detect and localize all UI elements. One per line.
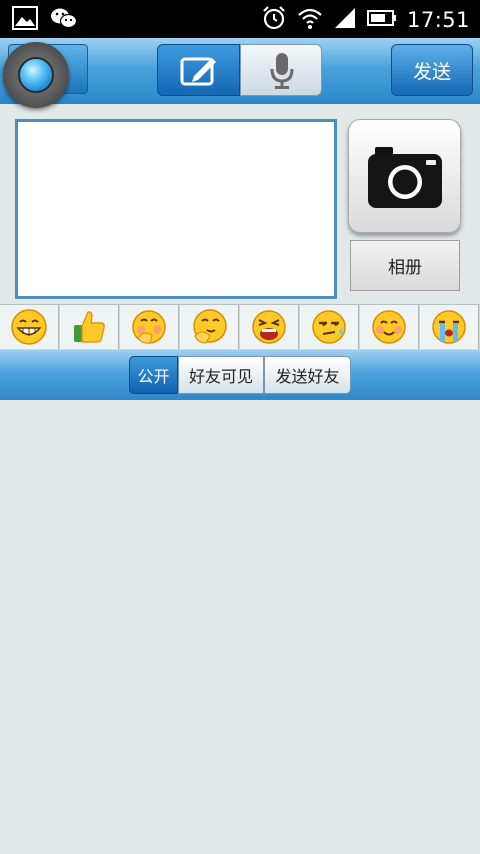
image-icon bbox=[12, 6, 38, 34]
emoji-thinking-icon[interactable] bbox=[180, 305, 239, 349]
content-area bbox=[0, 400, 480, 854]
emoji-scream-icon[interactable] bbox=[240, 305, 299, 349]
emoji-smile-icon[interactable] bbox=[360, 305, 419, 349]
wechat-icon bbox=[50, 6, 78, 34]
camera-lens-avatar-icon[interactable] bbox=[3, 42, 69, 108]
emoji-thumbs-up-icon[interactable] bbox=[60, 305, 119, 349]
album-button[interactable]: 相册 bbox=[350, 240, 460, 291]
emoji-bar bbox=[0, 304, 480, 351]
send-button[interactable]: 发送 bbox=[391, 44, 473, 96]
battery-icon bbox=[366, 8, 397, 32]
post-text-input[interactable] bbox=[15, 119, 337, 299]
visibility-friends-button[interactable]: 好友可见 bbox=[178, 356, 264, 394]
status-bar: 17:51 bbox=[0, 0, 480, 38]
status-time: 17:51 bbox=[406, 8, 470, 32]
emoji-annoyed-icon[interactable] bbox=[300, 305, 359, 349]
tab-write[interactable] bbox=[157, 44, 240, 96]
visibility-bar: 公开 好友可见 发送好友 bbox=[0, 350, 480, 400]
emoji-crying-icon[interactable] bbox=[420, 305, 479, 349]
wifi-icon bbox=[297, 6, 323, 34]
top-toolbar: 发送 bbox=[0, 38, 480, 108]
camera-button[interactable] bbox=[348, 119, 461, 233]
edit-icon bbox=[180, 55, 218, 91]
tab-voice[interactable] bbox=[240, 44, 322, 96]
emoji-grin-icon[interactable] bbox=[0, 305, 59, 349]
emoji-snicker-icon[interactable] bbox=[120, 305, 179, 349]
signal-icon bbox=[333, 6, 357, 34]
visibility-public-button[interactable]: 公开 bbox=[129, 356, 178, 394]
send-to-friend-button[interactable]: 发送好友 bbox=[264, 356, 351, 394]
alarm-icon bbox=[261, 5, 287, 35]
microphone-icon bbox=[268, 51, 296, 95]
camera-icon bbox=[366, 145, 444, 215]
